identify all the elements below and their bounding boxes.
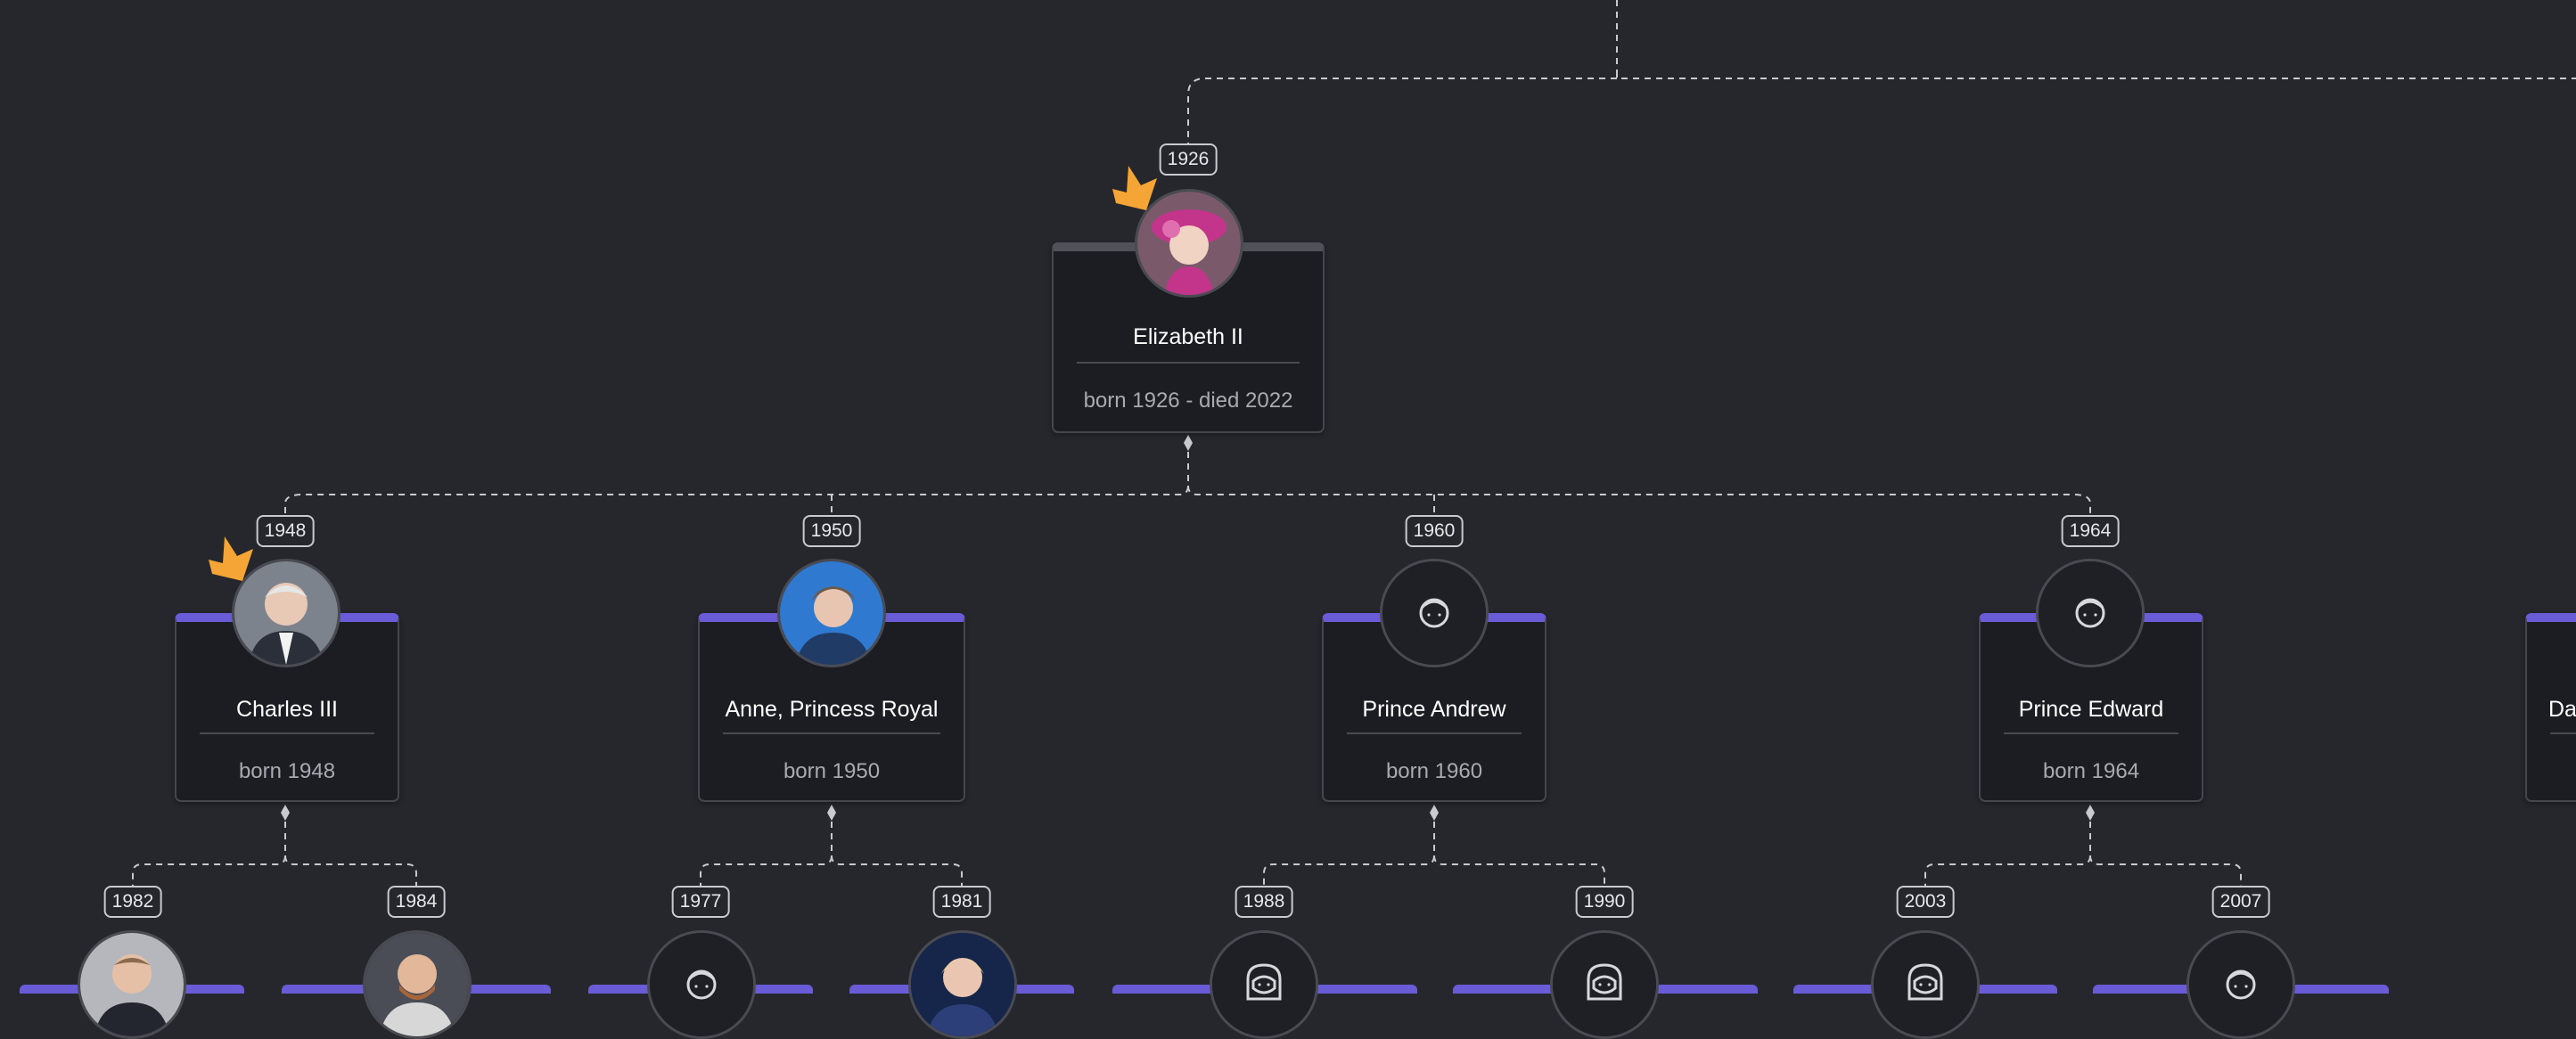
parent-child-connector xyxy=(284,855,417,886)
male-placeholder-icon xyxy=(2189,933,2293,1036)
node-divider xyxy=(723,732,940,734)
parent-child-connector xyxy=(132,822,286,886)
avatar-grandchild xyxy=(363,930,472,1039)
crown-icon xyxy=(1112,166,1157,210)
node-name: Anne, Princess Royal xyxy=(725,697,939,722)
year-badge: 1982 xyxy=(103,886,162,918)
connector-diamond xyxy=(1184,435,1193,451)
year-badge: 2007 xyxy=(2211,886,2270,918)
node-name: Da xyxy=(2548,697,2576,722)
connector-lines xyxy=(132,0,2576,886)
avatar-grandchild xyxy=(1871,930,1980,1039)
year-badge: 1926 xyxy=(1159,143,1218,176)
year-badge: 1960 xyxy=(1405,515,1464,547)
avatar-prince-edward xyxy=(2036,559,2145,667)
node-dates: born 1960 xyxy=(1385,759,1483,783)
parent-child-connector xyxy=(1263,822,1435,886)
year-badge: 1990 xyxy=(1575,886,1634,918)
node-name: Prince Edward xyxy=(2018,697,2164,722)
male-placeholder-icon xyxy=(1382,561,1486,665)
year-badge: 1950 xyxy=(802,515,861,547)
avatar-grandchild xyxy=(1210,930,1318,1039)
parent-child-connector xyxy=(1187,485,2091,515)
year-badge: 1964 xyxy=(2061,515,2120,547)
male-placeholder-icon xyxy=(650,933,753,1036)
node-dates: born 1964 xyxy=(2042,759,2140,783)
avatar-grandchild xyxy=(908,930,1017,1039)
avatar-grandchild xyxy=(2186,930,2295,1039)
ancestor-connector xyxy=(1616,0,2576,79)
male-placeholder-icon xyxy=(2039,561,2142,665)
parent-child-connector xyxy=(284,452,1189,515)
node-name: Charles III xyxy=(236,697,338,722)
node-name: Prince Andrew xyxy=(1362,697,1506,722)
node-dates: born 1950 xyxy=(783,759,881,783)
parent-child-connector xyxy=(1433,855,1605,886)
year-badge: 2003 xyxy=(1896,886,1955,918)
year-badge: 1977 xyxy=(671,886,730,918)
node-card-partial-sibling[interactable]: Da xyxy=(2525,613,2576,802)
parent-child-connector xyxy=(700,822,833,886)
node-divider xyxy=(200,732,374,734)
ancestor-connector xyxy=(1187,78,1617,143)
node-divider xyxy=(2550,732,2576,734)
avatar-grandchild xyxy=(647,930,756,1039)
node-dates: born 1926 - died 2022 xyxy=(1083,389,1293,413)
parent-child-connector xyxy=(1924,822,2091,886)
parent-child-connector xyxy=(831,855,963,886)
female-placeholder-icon xyxy=(1553,933,1656,1036)
connector-diamond xyxy=(827,805,836,821)
year-badge: 1981 xyxy=(932,886,991,918)
node-name: Elizabeth II xyxy=(1133,324,1243,349)
avatar-grandchild xyxy=(78,930,186,1039)
avatar-grandchild xyxy=(1550,930,1659,1039)
year-badge: 1984 xyxy=(387,886,446,918)
node-divider xyxy=(2004,732,2178,734)
year-badge: 1948 xyxy=(256,515,315,547)
female-placeholder-icon xyxy=(1874,933,1977,1036)
connector-diamond xyxy=(2086,805,2095,821)
parent-child-connector xyxy=(2089,855,2242,886)
connector-diamond xyxy=(281,805,290,821)
connector-diamond xyxy=(1430,805,1439,821)
family-tree: Elizabeth II born 1926 - died 2022 1926 … xyxy=(0,0,2576,1039)
crown-icon xyxy=(209,536,253,581)
node-divider xyxy=(1347,732,1522,734)
year-badge: 1988 xyxy=(1235,886,1293,918)
avatar-prince-andrew xyxy=(1380,559,1489,667)
female-placeholder-icon xyxy=(1212,933,1316,1036)
node-divider xyxy=(1077,362,1300,364)
avatar-anne xyxy=(777,559,886,667)
node-dates: born 1948 xyxy=(238,759,336,783)
